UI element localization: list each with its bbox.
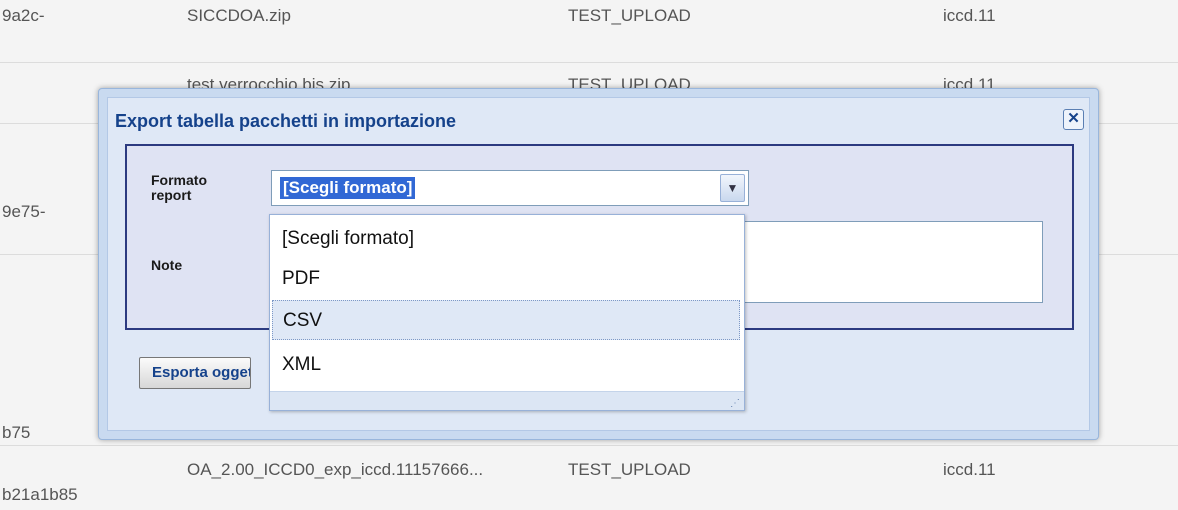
table-row[interactable]: 9a2c- SICCDOA.zip TEST_UPLOAD iccd.11	[0, 0, 1178, 63]
row-version: iccd.11	[943, 6, 996, 25]
note-field[interactable]	[739, 221, 1043, 303]
row-version: iccd.11	[943, 460, 996, 479]
row-id: b75	[2, 423, 31, 442]
resize-grip-icon[interactable]: ⋰	[730, 398, 740, 409]
close-icon[interactable]: ✕	[1063, 109, 1084, 130]
dropdown-option[interactable]: [Scegli formato]	[272, 219, 740, 259]
table-row[interactable]: OA_2.00_ICCD0_exp_iccd.11157666... TEST_…	[0, 446, 1178, 510]
dropdown-footer: ⋰	[270, 391, 744, 410]
export-button-label: Esporta oggetti	[152, 364, 250, 381]
row-action: TEST_UPLOAD	[568, 460, 691, 479]
dropdown-option[interactable]: XML	[272, 345, 740, 385]
row-filename: SICCDOA.zip	[187, 6, 291, 25]
row-id: 9a2c-	[2, 6, 45, 25]
dropdown-option[interactable]: PDF	[272, 259, 740, 299]
dialog-title: Export tabella pacchetti in importazione	[115, 111, 457, 131]
format-select[interactable]: [Scegli formato] ▼	[271, 170, 749, 206]
export-button[interactable]: Esporta oggetti	[139, 357, 251, 389]
row-action: TEST_UPLOAD	[568, 6, 691, 25]
note-label: Note	[151, 257, 183, 273]
row-id: 9e75-	[2, 202, 46, 221]
row-id: b21a1b85	[2, 485, 78, 504]
row-filename: OA_2.00_ICCD0_exp_iccd.11157666...	[187, 460, 484, 479]
dropdown-option-highlighted[interactable]: CSV	[272, 300, 740, 340]
format-select-value: [Scegli formato]	[280, 177, 416, 199]
chevron-down-icon[interactable]: ▼	[720, 174, 745, 202]
format-dropdown-list: [Scegli formato] PDF CSV XML ⋰	[269, 214, 745, 411]
format-label: Formato report	[151, 172, 207, 203]
